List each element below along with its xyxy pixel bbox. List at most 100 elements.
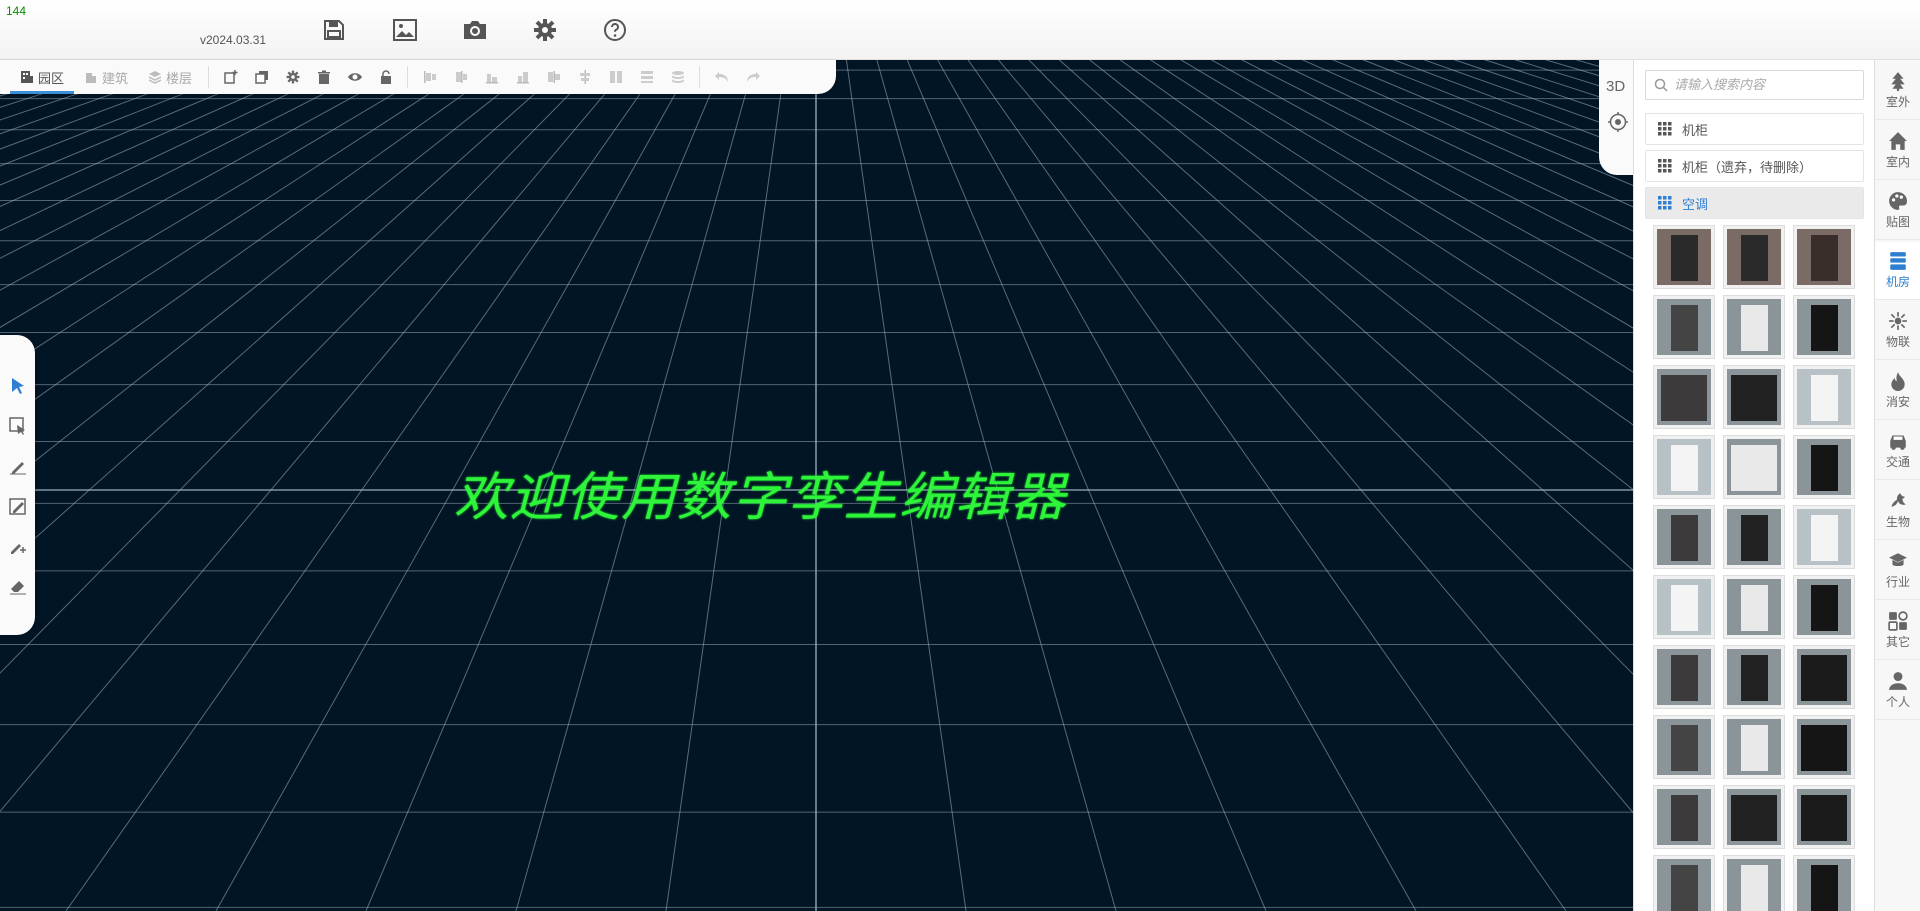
stack-button[interactable] bbox=[662, 60, 693, 94]
category-rail: 室外 室内 贴图 机房 物联 消安 交通 生物 行业 其它 个人 bbox=[1874, 60, 1920, 911]
model-thumbnail[interactable] bbox=[1653, 365, 1715, 429]
category-cabinet[interactable]: 机柜 bbox=[1645, 113, 1864, 145]
home-icon bbox=[1889, 132, 1907, 150]
palette-icon bbox=[1889, 192, 1907, 210]
edit-shape-tool[interactable] bbox=[5, 493, 31, 519]
model-thumbnail[interactable] bbox=[1653, 225, 1715, 289]
align-center-v-button[interactable] bbox=[538, 60, 569, 94]
rail-item-10[interactable]: 其它 bbox=[1875, 602, 1920, 660]
iot-icon bbox=[1889, 312, 1907, 330]
model-thumbnail[interactable] bbox=[1653, 575, 1715, 639]
toolbar-divider bbox=[699, 66, 701, 88]
visibility-button[interactable] bbox=[339, 60, 370, 94]
rail-item-7[interactable]: 交通 bbox=[1875, 422, 1920, 480]
align-top-button[interactable] bbox=[507, 60, 538, 94]
rail-item-6[interactable]: 消安 bbox=[1875, 362, 1920, 420]
align-center-h-button[interactable] bbox=[445, 60, 476, 94]
model-thumbnail[interactable] bbox=[1653, 715, 1715, 779]
eraser-tool[interactable] bbox=[5, 573, 31, 599]
copy-button[interactable] bbox=[246, 60, 277, 94]
add-object-button[interactable] bbox=[215, 60, 246, 94]
model-thumbnail[interactable] bbox=[1723, 225, 1785, 289]
grid-icon bbox=[1658, 196, 1672, 210]
copy-icon bbox=[254, 71, 268, 84]
scene-viewport[interactable]: 欢迎使用数字孪生编辑器 bbox=[0, 0, 1633, 911]
model-thumbnail[interactable] bbox=[1653, 295, 1715, 359]
distribute-v-button[interactable] bbox=[631, 60, 662, 94]
rail-item-3[interactable]: 贴图 bbox=[1875, 182, 1920, 240]
model-thumbnail[interactable] bbox=[1793, 855, 1855, 911]
reset-view-button[interactable] bbox=[1608, 112, 1628, 136]
model-preview bbox=[1670, 724, 1698, 771]
category-air-conditioner[interactable]: 空调 bbox=[1645, 187, 1864, 219]
redo-icon bbox=[746, 72, 760, 82]
model-thumbnail[interactable] bbox=[1723, 855, 1785, 911]
version-label: v2024.03.31 bbox=[200, 33, 267, 47]
image-button[interactable] bbox=[391, 16, 419, 44]
tab-park[interactable]: 园区 bbox=[10, 60, 75, 94]
pen-tool[interactable] bbox=[5, 453, 31, 479]
fps-counter: 144 bbox=[6, 4, 27, 18]
view-mode-toggle[interactable]: 3D bbox=[1606, 78, 1625, 95]
help-button[interactable] bbox=[601, 16, 629, 44]
model-thumbnail[interactable] bbox=[1723, 365, 1785, 429]
model-thumbnail[interactable] bbox=[1653, 855, 1715, 911]
rail-item-11[interactable]: 个人 bbox=[1875, 662, 1920, 720]
align-center-v-icon bbox=[547, 71, 560, 83]
align-right-button[interactable] bbox=[476, 60, 507, 94]
model-thumbnail[interactable] bbox=[1793, 785, 1855, 849]
model-thumbnail[interactable] bbox=[1653, 505, 1715, 569]
search-input[interactable] bbox=[1674, 77, 1854, 93]
model-preview bbox=[1670, 584, 1698, 631]
model-thumbnail[interactable] bbox=[1653, 785, 1715, 849]
model-thumbnail[interactable] bbox=[1793, 365, 1855, 429]
model-thumbnail[interactable] bbox=[1723, 645, 1785, 709]
model-thumbnail[interactable] bbox=[1653, 645, 1715, 709]
model-preview bbox=[1670, 654, 1698, 701]
rail-item-1[interactable]: 室外 bbox=[1875, 62, 1920, 120]
model-thumbnail[interactable] bbox=[1793, 435, 1855, 499]
screenshot-button[interactable] bbox=[461, 16, 489, 44]
undo-button[interactable] bbox=[706, 60, 737, 94]
align-left-icon bbox=[423, 71, 436, 83]
rail-item-5[interactable]: 物联 bbox=[1875, 302, 1920, 360]
model-thumbnail[interactable] bbox=[1723, 505, 1785, 569]
rail-item-8[interactable]: 生物 bbox=[1875, 482, 1920, 540]
delete-button[interactable] bbox=[308, 60, 339, 94]
lock-button[interactable] bbox=[370, 60, 401, 94]
model-thumbnail[interactable] bbox=[1723, 295, 1785, 359]
model-thumbnail[interactable] bbox=[1723, 785, 1785, 849]
model-preview bbox=[1801, 724, 1847, 771]
model-thumbnail[interactable] bbox=[1793, 715, 1855, 779]
redo-button[interactable] bbox=[737, 60, 768, 94]
category-cabinet-deprecated[interactable]: 机柜（遗弃，待删除） bbox=[1645, 150, 1864, 182]
model-thumbnail[interactable] bbox=[1793, 575, 1855, 639]
model-thumbnail[interactable] bbox=[1793, 225, 1855, 289]
car-icon bbox=[1890, 435, 1906, 450]
add-point-tool[interactable] bbox=[5, 533, 31, 559]
select-box-tool[interactable] bbox=[5, 413, 31, 439]
model-thumbnail[interactable] bbox=[1723, 715, 1785, 779]
model-thumbnail[interactable] bbox=[1723, 575, 1785, 639]
pen-icon bbox=[10, 462, 26, 475]
model-preview bbox=[1810, 514, 1838, 561]
model-thumbnail[interactable] bbox=[1793, 645, 1855, 709]
rail-item-2[interactable]: 室内 bbox=[1875, 122, 1920, 180]
model-thumbnail[interactable] bbox=[1653, 435, 1715, 499]
save-button[interactable] bbox=[320, 16, 348, 44]
model-thumbnail[interactable] bbox=[1793, 505, 1855, 569]
rail-item-9[interactable]: 行业 bbox=[1875, 542, 1920, 600]
model-preview bbox=[1740, 234, 1768, 281]
model-thumbnail[interactable] bbox=[1793, 295, 1855, 359]
align-bottom-button[interactable] bbox=[569, 60, 600, 94]
settings-button[interactable] bbox=[531, 16, 559, 44]
object-settings-button[interactable] bbox=[277, 60, 308, 94]
pointer-tool[interactable] bbox=[5, 373, 31, 399]
align-left-button[interactable] bbox=[414, 60, 445, 94]
category-label: 机柜（遗弃，待删除） bbox=[1682, 160, 1813, 176]
tab-building[interactable]: 建筑 bbox=[74, 60, 138, 94]
rail-item-4[interactable]: 机房 bbox=[1875, 242, 1920, 300]
distribute-h-button[interactable] bbox=[600, 60, 631, 94]
tab-floor[interactable]: 楼层 bbox=[138, 60, 202, 94]
model-thumbnail[interactable] bbox=[1723, 435, 1785, 499]
